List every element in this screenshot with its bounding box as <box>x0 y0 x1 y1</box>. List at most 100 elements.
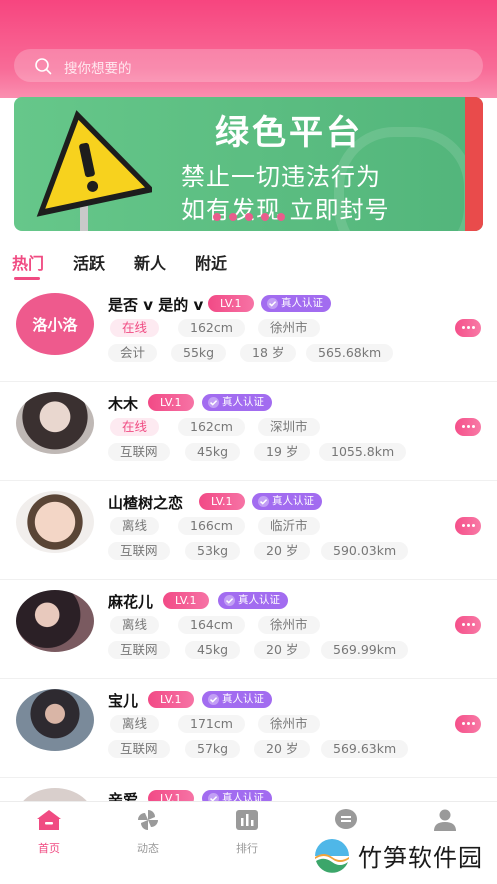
watermark-text: 竹笋软件园 <box>358 844 483 872</box>
status-chip: 离线 <box>110 517 160 535</box>
height-chip: 162cm <box>178 418 245 436</box>
age-chip: 19 岁 <box>254 443 311 461</box>
city-chip: 深圳市 <box>258 418 320 436</box>
nav-moments[interactable]: 动态 <box>118 808 178 856</box>
pagination-dot[interactable] <box>213 213 221 221</box>
verified-check-icon <box>258 496 269 507</box>
status-chip: 离线 <box>110 616 160 634</box>
level-badge: LV.1 <box>148 691 194 708</box>
verified-badge: 真人认证 <box>218 592 288 609</box>
user-name: 宝儿 <box>108 692 139 710</box>
user-name: 麻花儿 <box>108 593 154 611</box>
verified-check-icon <box>224 595 235 606</box>
category-tabs: 热门 活跃 新人 附近 <box>0 250 497 282</box>
banner[interactable]: 绿色平台 禁止一切违法行为 如有发现 立即封号 <box>14 97 483 231</box>
job-chip: 互联网 <box>108 641 170 659</box>
chat-button[interactable] <box>455 319 481 337</box>
nav-home-label: 首页 <box>38 842 60 855</box>
age-chip: 20 岁 <box>254 641 311 659</box>
chat-button[interactable] <box>455 715 481 733</box>
profile-icon <box>434 809 456 831</box>
nav-home[interactable]: 首页 <box>19 808 79 856</box>
weight-chip: 53kg <box>185 542 241 560</box>
job-chip: 互联网 <box>108 443 170 461</box>
avatar-logo-text: 洛小洛 <box>32 315 78 334</box>
status-chip: 在线 <box>110 319 160 337</box>
ranking-icon <box>236 810 258 830</box>
verified-check-icon <box>208 694 219 705</box>
status-chip: 离线 <box>110 715 160 733</box>
avatar[interactable] <box>16 392 94 454</box>
height-chip: 162cm <box>178 319 245 337</box>
tab-active[interactable]: 活跃 <box>73 250 105 274</box>
age-chip: 20 岁 <box>254 740 311 758</box>
chat-button[interactable] <box>455 616 481 634</box>
user-name: 山楂树之恋 <box>108 494 184 512</box>
chat-button[interactable] <box>455 418 481 436</box>
tab-active-indicator <box>14 277 40 280</box>
user-row[interactable]: 麻花儿 LV.1 真人认证 离线 164cm 徐州市 互联网 45kg 20 岁… <box>0 580 497 679</box>
search-icon <box>35 58 52 75</box>
banner-text-line-1: 禁止一切违法行为 <box>181 163 381 191</box>
job-chip: 会计 <box>108 344 158 362</box>
user-name: 是否 v 是的 v <box>108 296 204 314</box>
verified-label: 真人认证 <box>222 693 264 705</box>
level-badge: LV.1 <box>148 394 194 411</box>
verified-check-icon <box>267 298 278 309</box>
verified-label: 真人认证 <box>272 495 314 507</box>
pagination-dot[interactable] <box>245 213 253 221</box>
warning-sign-icon <box>36 110 152 231</box>
city-chip: 徐州市 <box>258 319 320 337</box>
verified-badge: 真人认证 <box>261 295 331 312</box>
verified-badge: 真人认证 <box>202 691 272 708</box>
weight-chip: 55kg <box>171 344 227 362</box>
pinwheel-icon <box>138 810 158 830</box>
banner-title: 绿色平台 <box>215 113 363 153</box>
user-row[interactable]: 山楂树之恋 LV.1 真人认证 离线 166cm 临沂市 互联网 53kg 20… <box>0 481 497 580</box>
message-icon <box>335 809 357 829</box>
avatar[interactable] <box>16 491 94 553</box>
verified-label: 真人认证 <box>222 396 264 408</box>
age-chip: 18 岁 <box>240 344 297 362</box>
distance-chip: 1055.8km <box>319 443 407 461</box>
nav-ranking-label: 排行 <box>236 842 258 855</box>
avatar[interactable]: 洛小洛 <box>16 293 94 355</box>
pagination-dot[interactable] <box>229 213 237 221</box>
chat-button[interactable] <box>455 517 481 535</box>
verified-label: 真人认证 <box>281 297 323 309</box>
height-chip: 171cm <box>178 715 245 733</box>
verified-badge: 真人认证 <box>252 493 322 510</box>
job-chip: 互联网 <box>108 740 170 758</box>
pagination-dot[interactable] <box>261 213 269 221</box>
verified-label: 真人认证 <box>238 594 280 606</box>
banner-pagination <box>213 213 285 221</box>
tab-nearby[interactable]: 附近 <box>195 250 227 274</box>
nav-ranking[interactable]: 排行 <box>217 808 277 856</box>
tab-new[interactable]: 新人 <box>134 250 166 274</box>
status-chip: 在线 <box>110 418 160 436</box>
user-row[interactable]: 洛小洛 是否 v 是的 v LV.1 真人认证 在线 162cm 徐州市 会计 … <box>0 283 497 382</box>
distance-chip: 565.68km <box>306 344 394 362</box>
pagination-dot[interactable] <box>277 213 285 221</box>
weight-chip: 45kg <box>185 443 241 461</box>
tab-hot[interactable]: 热门 <box>12 250 44 274</box>
city-chip: 徐州市 <box>258 616 320 634</box>
avatar[interactable] <box>16 590 94 652</box>
watermark-logo-icon <box>313 836 351 875</box>
search-bar[interactable]: 搜你想要的 <box>14 49 483 82</box>
verified-check-icon <box>208 397 219 408</box>
user-row[interactable]: 宝儿 LV.1 真人认证 离线 171cm 徐州市 互联网 57kg 20 岁 … <box>0 679 497 778</box>
user-name: 木木 <box>108 395 139 413</box>
watermark: 竹笋软件园 <box>312 833 483 878</box>
nav-moments-label: 动态 <box>137 842 159 855</box>
search-placeholder: 搜你想要的 <box>64 61 132 77</box>
avatar[interactable] <box>16 689 94 751</box>
home-icon <box>37 810 61 830</box>
weight-chip: 57kg <box>185 740 241 758</box>
job-chip: 互联网 <box>108 542 170 560</box>
distance-chip: 569.99km <box>321 641 409 659</box>
level-badge: LV.1 <box>199 493 245 510</box>
user-row[interactable]: 木木 LV.1 真人认证 在线 162cm 深圳市 互联网 45kg 19 岁 … <box>0 382 497 481</box>
verified-badge: 真人认证 <box>202 394 272 411</box>
distance-chip: 590.03km <box>321 542 409 560</box>
